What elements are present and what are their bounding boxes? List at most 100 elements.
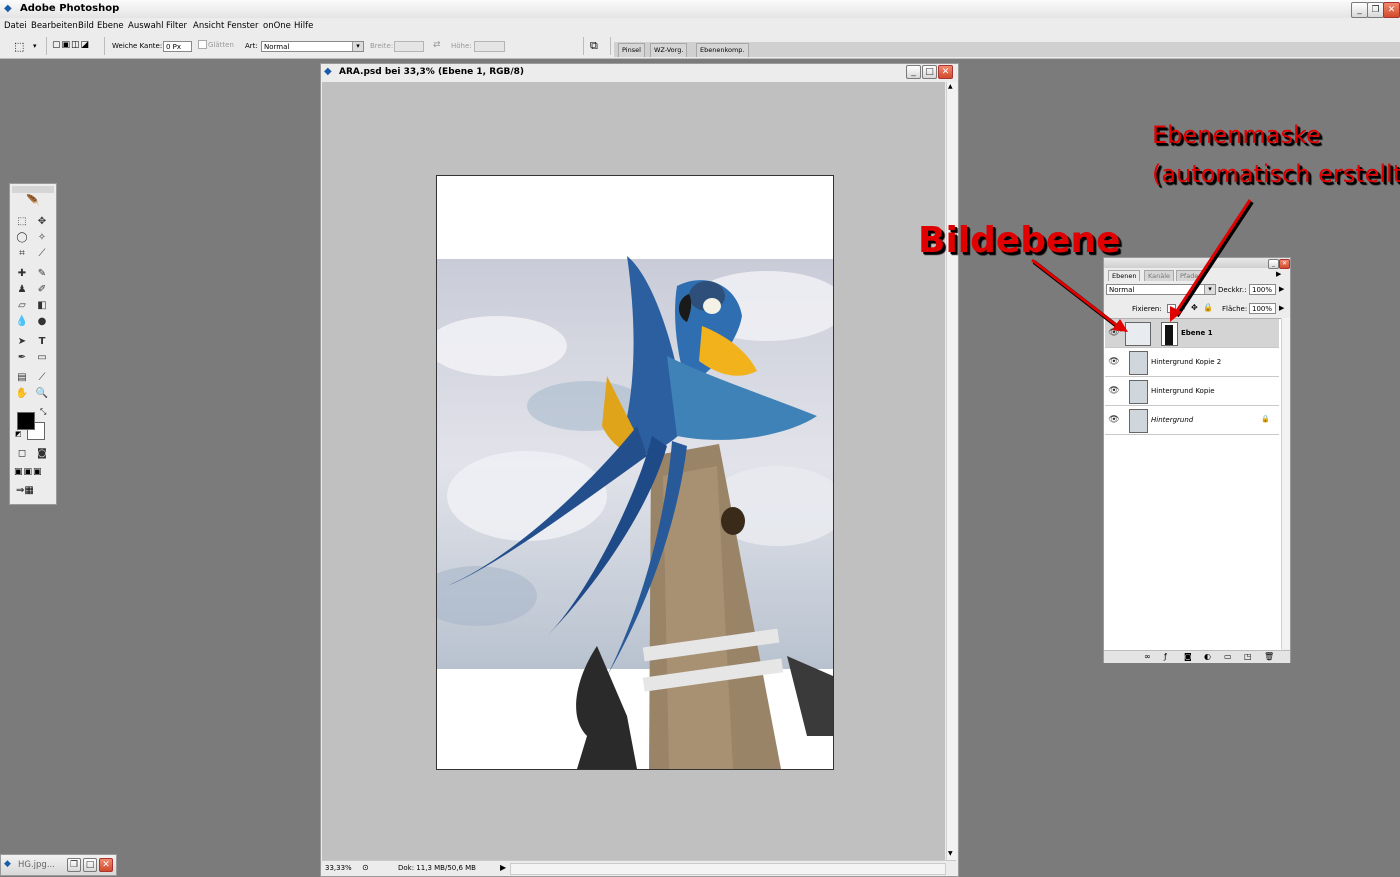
status-bar: 33,33% ⊙ Dok: 11,3 MB/50,6 MB ▶ [322,860,956,875]
panel-menu-arrow-icon[interactable]: ▶ [1276,270,1281,278]
menu-filter[interactable]: Filter [166,21,187,31]
lock-icon: 🔒 [1261,415,1270,423]
canvas-area[interactable] [322,82,945,860]
jump-to-imageready-icon[interactable]: ⇒▦ [16,485,34,496]
magic-wand-icon[interactable]: ✧ [35,231,49,244]
eye-icon[interactable]: 👁 [1108,356,1120,368]
menu-onone[interactable]: onOne [263,21,291,31]
swap-colors-icon[interactable]: ⤡ [40,407,46,417]
history-brush-icon[interactable]: ✐ [35,283,49,296]
type-tool-icon[interactable]: T [35,335,49,348]
shape-tool-icon[interactable]: ▭ [35,351,49,364]
menu-ebene[interactable]: Ebene [97,21,124,31]
marquee-tool-icon[interactable]: ⬚ [14,40,24,53]
opacity-slider-arrow-icon[interactable]: ▶ [1279,285,1284,293]
eyedropper-icon[interactable]: ⟋ [35,371,49,384]
path-selection-icon[interactable]: ➤ [15,335,29,348]
layer-row-hintergrund-kopie-2[interactable]: 👁 Hintergrund Kopie 2 [1105,348,1279,377]
gradient-icon[interactable]: ◧ [35,299,49,312]
quick-mask-icon[interactable]: ◙ [35,447,49,460]
clone-stamp-icon[interactable]: ♟ [15,283,29,296]
zoom-tool-icon[interactable]: 🔍 [35,387,49,400]
divider [104,37,105,55]
close-button[interactable]: ✕ [1383,2,1400,18]
menu-hilfe[interactable]: Hilfe [294,21,313,31]
menu-bearbeiten[interactable]: Bearbeiten [31,21,78,31]
zoom-level[interactable]: 33,33% [325,864,352,872]
status-menu-arrow-icon[interactable]: ▶ [500,863,506,872]
fill-slider-arrow-icon[interactable]: ▶ [1279,304,1284,312]
document-canvas[interactable] [436,175,834,770]
minimized-document[interactable]: ◆ HG.jpg... ❐ □ ✕ [0,854,117,876]
style-select[interactable]: Normal ▾ [261,41,364,52]
maximize-doc-button[interactable]: □ [83,858,97,872]
feather-logo-icon[interactable]: 🪶 [14,194,52,208]
dock-tab-ebenenkomp[interactable]: Ebenenkomp. [696,43,749,57]
doc-maximize-button[interactable]: □ [922,65,937,79]
slice-icon[interactable]: ⟋ [35,247,49,260]
crop-icon[interactable]: ⌗ [15,247,29,260]
toolbox-grip[interactable] [12,186,54,193]
healing-brush-icon[interactable]: ✚ [15,267,29,280]
layers-scrollbar[interactable] [1281,318,1290,649]
hand-tool-icon[interactable]: ✋ [15,387,29,400]
restore-button[interactable]: ❐ [1367,2,1384,18]
close-doc-button[interactable]: ✕ [99,858,113,872]
eye-icon[interactable]: 👁 [1108,385,1120,397]
menu-ansicht[interactable]: Ansicht [193,21,224,31]
annotation-layer-mask-line1: Ebenenmaske [1152,121,1321,149]
vertical-scrollbar[interactable]: ▲ ▼ [946,82,957,860]
dock-tab-wz-vorg[interactable]: WZ-Vorg. [650,43,688,57]
link-layers-icon[interactable]: ∞ [1144,652,1151,661]
brush-icon[interactable]: ✎ [35,267,49,280]
layer-style-icon[interactable]: ƒ [1164,652,1167,661]
layer-thumbnail[interactable] [1129,409,1148,433]
chevron-down-icon[interactable]: ▾ [352,42,363,51]
add-mask-icon[interactable]: ◙ [1184,652,1192,661]
blur-icon[interactable]: 💧 [15,315,29,328]
scroll-down-icon[interactable]: ▼ [948,850,953,857]
selection-mode-icons[interactable]: ▢▣◫◪ [52,40,90,50]
horizontal-scrollbar[interactable] [510,863,946,875]
menu-auswahl[interactable]: Auswahl [128,21,164,31]
antialias-checkbox[interactable] [198,40,207,49]
pen-tool-icon[interactable]: ✒ [15,351,29,364]
tool-preset-dropdown[interactable]: ▾ [33,42,37,50]
foreground-color-swatch[interactable] [17,412,35,430]
feather-input[interactable]: 0 Px [163,41,192,52]
new-layer-icon[interactable]: ◳ [1244,652,1252,661]
preview-icon[interactable]: ⊙ [362,863,369,872]
screen-mode-icons[interactable]: ▣▣▣ [14,467,43,477]
new-group-icon[interactable]: ▭ [1224,652,1232,661]
rect-marquee-icon[interactable]: ⬚ [15,215,29,228]
lasso-icon[interactable]: ◯ [15,231,29,244]
layer-thumbnail[interactable] [1129,351,1148,375]
layer-row-hintergrund-kopie[interactable]: 👁 Hintergrund Kopie [1105,377,1279,406]
standard-mode-icon[interactable]: ◻ [15,447,29,460]
dock-tab-pinsel[interactable]: Pinsel [618,43,645,57]
doc-close-button[interactable]: ✕ [938,65,953,79]
panel-minimize-button[interactable]: _ [1268,259,1279,269]
layer-thumbnail[interactable] [1129,380,1148,404]
adjustment-layer-icon[interactable]: ◐ [1204,652,1211,661]
divider [610,37,611,55]
menu-bild[interactable]: Bild [78,21,94,31]
dodge-icon[interactable]: ● [35,315,49,328]
scroll-up-icon[interactable]: ▲ [948,83,953,90]
minimize-button[interactable]: _ [1351,2,1368,18]
file-browser-icon[interactable]: ⧉ [590,39,598,53]
menu-fenster[interactable]: Fenster [227,21,259,31]
default-colors-icon[interactable]: ◩ [15,430,22,438]
doc-minimize-button[interactable]: _ [906,65,921,79]
move-tool-icon[interactable]: ✥ [35,215,49,228]
layer-row-hintergrund[interactable]: 👁 Hintergrund 🔒 [1105,406,1279,435]
restore-doc-button[interactable]: ❐ [67,858,81,872]
trash-icon[interactable]: 🗑 [1264,652,1274,661]
notes-icon[interactable]: ▤ [15,371,29,384]
eraser-icon[interactable]: ▱ [15,299,29,312]
title-bar: ◆ Adobe Photoshop _ ❐ ✕ [0,0,1400,19]
menu-datei[interactable]: Datei [4,21,27,31]
panel-close-button[interactable]: ✕ [1279,259,1290,269]
eye-icon[interactable]: 👁 [1108,414,1120,426]
layer-name: Hintergrund Kopie 2 [1151,358,1222,366]
